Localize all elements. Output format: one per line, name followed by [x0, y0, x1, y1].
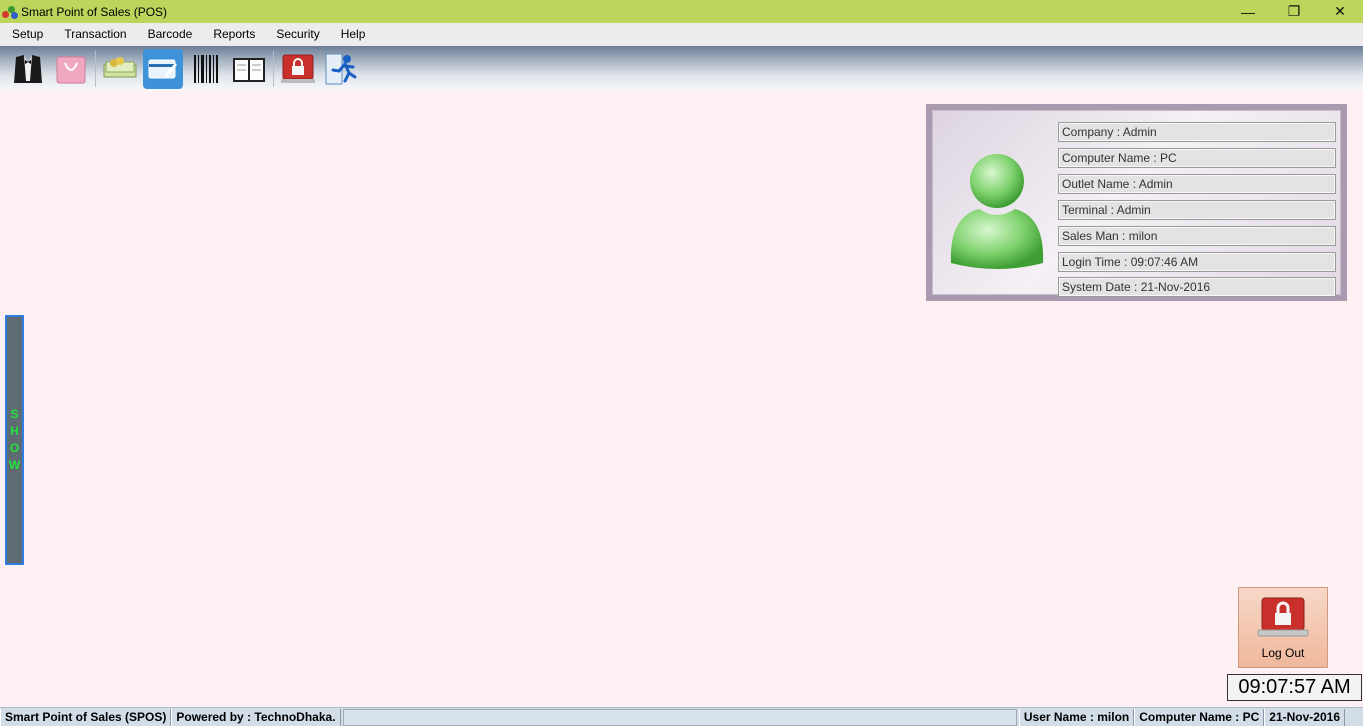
login-time-field: Login Time : 09:07:46 AM	[1058, 252, 1336, 272]
window-controls: — ❐ ✕	[1225, 0, 1363, 23]
tuxedo-button[interactable]	[8, 49, 48, 89]
status-user-name: User Name : milon	[1018, 708, 1135, 726]
window-title: Smart Point of Sales (POS)	[21, 4, 168, 19]
credit-card-icon	[148, 59, 177, 78]
menu-bar: Setup Transaction Barcode Reports Securi…	[0, 23, 1363, 46]
show-letter: S	[10, 407, 19, 421]
barcode-icon	[194, 54, 218, 83]
show-letter: O	[9, 441, 20, 455]
status-date: 21-Nov-2016	[1264, 708, 1345, 726]
status-spacer	[342, 708, 1017, 726]
user-avatar-icon	[950, 154, 1044, 269]
menu-setup[interactable]: Setup	[0, 23, 52, 46]
outlet-name-field: Outlet Name : Admin	[1058, 174, 1336, 194]
system-date-field: System Date : 21-Nov-2016	[1058, 277, 1336, 297]
exit-button[interactable]	[321, 49, 361, 89]
lock-button[interactable]	[278, 49, 318, 89]
show-letter: H	[10, 424, 19, 438]
user-info-card: Company : Admin Computer Name : PC Outle…	[932, 110, 1341, 297]
app-logo-icon	[2, 4, 18, 20]
minimize-button[interactable]: —	[1225, 0, 1271, 23]
logout-button[interactable]: Log Out	[1238, 587, 1328, 668]
toolbar	[0, 46, 1363, 91]
book-button[interactable]	[229, 49, 269, 89]
status-bar: Smart Point of Sales (SPOS) Powered by :…	[0, 707, 1363, 726]
book-icon	[233, 57, 265, 82]
status-app-name: Smart Point of Sales (SPOS)	[0, 708, 172, 726]
toolbar-separator	[95, 50, 96, 87]
computer-name-field: Computer Name : PC	[1058, 148, 1336, 168]
shopping-bag-button[interactable]	[51, 49, 91, 89]
menu-security[interactable]: Security	[264, 23, 328, 46]
money-button[interactable]	[100, 49, 140, 89]
lock-laptop-icon	[1257, 597, 1309, 637]
show-panel-toggle[interactable]: S H O W	[5, 315, 24, 565]
status-computer-name: Computer Name : PC	[1134, 708, 1265, 726]
credit-card-button[interactable]	[143, 48, 183, 89]
menu-reports[interactable]: Reports	[201, 23, 264, 46]
tuxedo-icon	[14, 54, 42, 83]
menu-help[interactable]: Help	[329, 23, 375, 46]
lock-laptop-icon	[281, 54, 315, 83]
menu-transaction[interactable]: Transaction	[52, 23, 135, 46]
clock-display: 09:07:57 AM	[1227, 674, 1362, 701]
exit-runner-icon	[325, 53, 357, 84]
company-field: Company : Admin	[1058, 122, 1336, 142]
maximize-button[interactable]: ❐	[1271, 0, 1317, 23]
title-bar: Smart Point of Sales (POS) — ❐ ✕	[0, 0, 1363, 23]
toolbar-separator	[273, 50, 274, 87]
money-icon	[103, 56, 137, 77]
close-button[interactable]: ✕	[1317, 0, 1363, 23]
logout-label: Log Out	[1261, 646, 1305, 660]
barcode-button[interactable]	[186, 49, 226, 89]
shopping-bag-icon	[56, 56, 86, 83]
show-letter: W	[8, 458, 21, 472]
sales-man-field: Sales Man : milon	[1058, 226, 1336, 246]
user-info-panel: Company : Admin Computer Name : PC Outle…	[926, 104, 1347, 301]
terminal-field: Terminal : Admin	[1058, 200, 1336, 220]
status-powered-by: Powered by : TechnoDhaka.	[171, 708, 341, 726]
menu-barcode[interactable]: Barcode	[136, 23, 202, 46]
